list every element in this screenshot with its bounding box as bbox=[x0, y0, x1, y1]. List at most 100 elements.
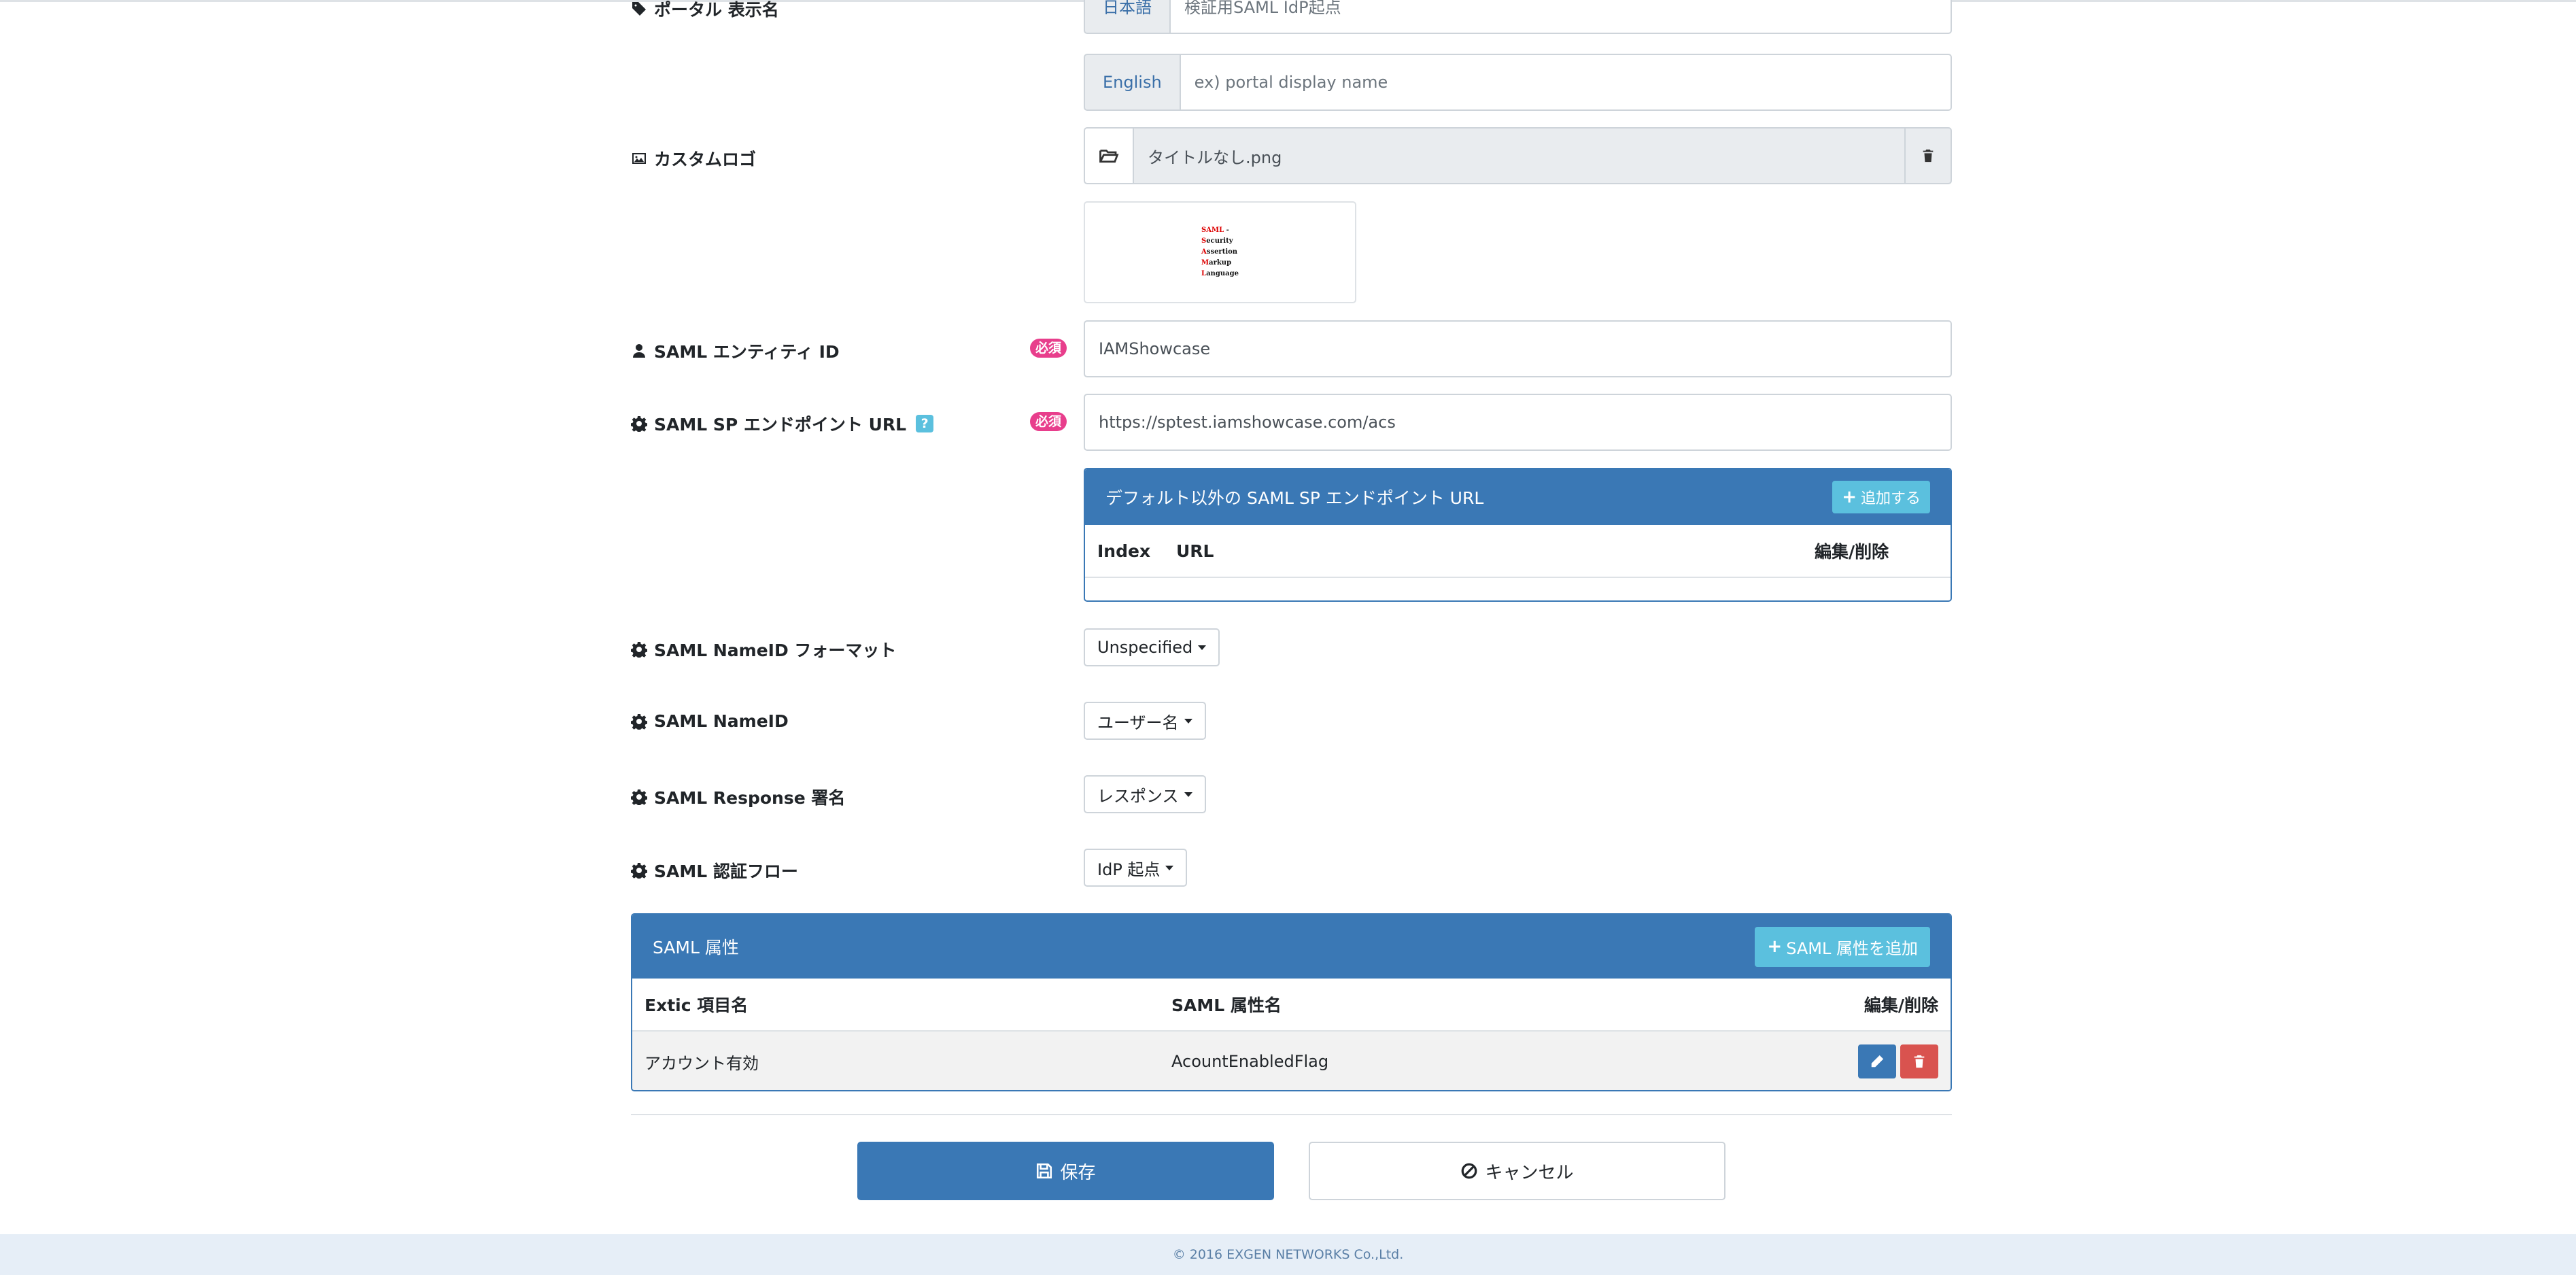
edit-attribute-button[interactable] bbox=[1858, 1044, 1896, 1078]
logo-line-2-rest: ecurity bbox=[1206, 237, 1233, 245]
trash-icon bbox=[1923, 149, 1934, 163]
browse-file-button[interactable] bbox=[1084, 127, 1134, 184]
logo-file-name: タイトルなし.png bbox=[1134, 127, 1904, 184]
form-divider bbox=[631, 1114, 1952, 1115]
col-saml-attr-name: SAML 属性名 bbox=[1171, 996, 1282, 1015]
copyright-text: © 2016 EXGEN NETWORKS Co.,Ltd. bbox=[1172, 1247, 1404, 1262]
extic-name-cell: アカウント有効 bbox=[645, 1053, 759, 1073]
lang-addon-ja: 日本語 bbox=[1084, 0, 1169, 34]
entity-id-label: SAML エンティティ ID bbox=[631, 339, 840, 363]
col-index: Index bbox=[1097, 541, 1151, 561]
save-icon bbox=[1037, 1163, 1052, 1179]
sp-endpoint-group: https://sptest.iamshowcase.com/acs bbox=[1084, 394, 1952, 451]
sp-endpoint-input[interactable]: https://sptest.iamshowcase.com/acs bbox=[1084, 394, 1952, 451]
plus-icon: + bbox=[1767, 936, 1783, 957]
pencil-icon bbox=[1871, 1055, 1884, 1068]
saml-attributes-header: SAML 属性 + SAML 属性を追加 bbox=[632, 915, 1951, 979]
logo-line-3-rest: ssertion bbox=[1206, 248, 1238, 256]
logo-line-4-initial: M bbox=[1201, 259, 1209, 267]
nameid-dropdown[interactable]: ユーザー名 bbox=[1084, 702, 1206, 740]
custom-logo-label: カスタムロゴ bbox=[631, 146, 756, 171]
plus-icon: + bbox=[1842, 487, 1857, 507]
sp-endpoint-label: SAML SP エンドポイント URL ? bbox=[631, 411, 934, 436]
logo-line-1-initial: SAML bbox=[1201, 226, 1224, 234]
saml-name-cell: AcountEnabledFlag bbox=[1171, 1052, 1329, 1071]
custom-logo-label-text: カスタムロゴ bbox=[654, 150, 757, 169]
nameid-label: SAML NameID bbox=[631, 711, 789, 731]
logo-line-3-initial: A bbox=[1201, 248, 1207, 256]
col-url: URL bbox=[1176, 541, 1214, 561]
add-endpoint-button-label: 追加する bbox=[1860, 490, 1921, 507]
add-endpoint-button[interactable]: + 追加する bbox=[1832, 481, 1930, 513]
response-sign-dropdown[interactable]: レスポンス bbox=[1084, 775, 1206, 813]
save-button[interactable]: 保存 bbox=[857, 1142, 1274, 1200]
cancel-button-label: キャンセル bbox=[1485, 1162, 1574, 1183]
gear-icon bbox=[631, 789, 647, 805]
col-edit-delete: 編集/削除 bbox=[1815, 542, 1889, 562]
required-badge: 必須 bbox=[1030, 339, 1067, 358]
add-attribute-button[interactable]: + SAML 属性を追加 bbox=[1755, 926, 1930, 967]
gear-icon bbox=[631, 416, 647, 432]
logo-line-1-rest: - bbox=[1224, 226, 1229, 234]
sp-endpoint-label-text: SAML SP エンドポイント URL bbox=[654, 415, 907, 435]
entity-id-group: IAMShowcase bbox=[1084, 320, 1952, 377]
saml-attributes-table-head: Extic 項目名 SAML 属性名 編集/削除 bbox=[632, 979, 1951, 1032]
help-icon[interactable]: ? bbox=[916, 415, 934, 432]
response-sign-label-text: SAML Response 署名 bbox=[654, 788, 846, 808]
user-icon bbox=[633, 344, 645, 358]
portal-name-en-group: English ex) portal display name bbox=[1084, 54, 1952, 111]
portal-display-name-label-text: ポータル 表示名 bbox=[654, 0, 779, 20]
caret-down-icon bbox=[1184, 718, 1192, 724]
extra-endpoints-panel: デフォルト以外の SAML SP エンドポイント URL + 追加する Inde… bbox=[1084, 468, 1952, 602]
extra-endpoints-title: デフォルト以外の SAML SP エンドポイント URL bbox=[1105, 488, 1484, 508]
portal-name-en-input[interactable]: ex) portal display name bbox=[1179, 54, 1952, 111]
auth-flow-dropdown[interactable]: IdP 起点 bbox=[1084, 849, 1188, 887]
portal-name-ja-group: 日本語 検証用SAML IdP起点 bbox=[1084, 0, 1952, 34]
nameid-label-text: SAML NameID bbox=[654, 711, 789, 731]
entity-id-input[interactable]: IAMShowcase bbox=[1084, 320, 1952, 377]
row-actions bbox=[1858, 1044, 1938, 1078]
required-badge: 必須 bbox=[1030, 412, 1067, 431]
auth-flow-label-text: SAML 認証フロー bbox=[654, 862, 798, 881]
entity-id-label-text: SAML エンティティ ID bbox=[654, 342, 840, 362]
gear-icon bbox=[631, 713, 647, 730]
portal-name-ja-input[interactable]: 検証用SAML IdP起点 bbox=[1169, 0, 1952, 34]
logo-preview: SAML - Security Assertion Markup Languag… bbox=[1084, 201, 1356, 303]
remove-logo-button[interactable] bbox=[1904, 127, 1952, 184]
delete-attribute-button[interactable] bbox=[1900, 1044, 1938, 1078]
col-edit-delete: 編集/削除 bbox=[1864, 996, 1938, 1015]
response-sign-label: SAML Response 署名 bbox=[631, 785, 845, 809]
image-icon bbox=[632, 153, 646, 164]
folder-open-icon bbox=[1099, 150, 1119, 163]
caret-down-icon bbox=[1198, 645, 1207, 650]
saml-attributes-title: SAML 属性 bbox=[653, 938, 739, 957]
extra-endpoints-table-head: Index URL 編集/削除 bbox=[1085, 525, 1951, 578]
table-row: アカウント有効 AcountEnabledFlag bbox=[632, 1032, 1951, 1090]
caret-down-icon bbox=[1165, 865, 1174, 870]
caret-down-icon bbox=[1184, 792, 1192, 797]
portal-display-name-label: ポータル 表示名 bbox=[631, 0, 779, 20]
nameid-format-label-text: SAML NameID フォーマット bbox=[654, 641, 897, 660]
cancel-button[interactable]: キャンセル bbox=[1309, 1142, 1725, 1200]
lang-addon-en: English bbox=[1084, 54, 1180, 111]
add-attribute-button-label: SAML 属性を追加 bbox=[1786, 938, 1918, 958]
logo-line-4-rest: arkup bbox=[1209, 259, 1232, 267]
ban-icon bbox=[1462, 1163, 1477, 1179]
tag-icon bbox=[632, 2, 646, 16]
custom-logo-file-group: タイトルなし.png bbox=[1084, 127, 1952, 184]
footer: © 2016 EXGEN NETWORKS Co.,Ltd. bbox=[0, 1234, 2576, 1275]
trash-icon bbox=[1914, 1055, 1925, 1068]
saml-attributes-panel: SAML 属性 + SAML 属性を追加 Extic 項目名 SAML 属性名 … bbox=[631, 913, 1952, 1091]
logo-preview-image: SAML - Security Assertion Markup Languag… bbox=[1201, 225, 1239, 279]
nameid-format-dropdown[interactable]: Unspecified bbox=[1084, 628, 1220, 666]
gear-icon bbox=[631, 863, 647, 879]
nameid-format-value: Unspecified bbox=[1097, 638, 1193, 657]
nameid-format-label: SAML NameID フォーマット bbox=[631, 637, 896, 662]
gear-icon bbox=[631, 642, 647, 658]
logo-line-5-rest: anguage bbox=[1206, 270, 1239, 277]
extra-endpoints-header: デフォルト以外の SAML SP エンドポイント URL + 追加する bbox=[1085, 469, 1951, 525]
nameid-value: ユーザー名 bbox=[1097, 713, 1179, 732]
col-extic-name: Extic 項目名 bbox=[645, 996, 749, 1015]
save-button-label: 保存 bbox=[1060, 1162, 1096, 1183]
auth-flow-value: IdP 起点 bbox=[1097, 860, 1161, 879]
